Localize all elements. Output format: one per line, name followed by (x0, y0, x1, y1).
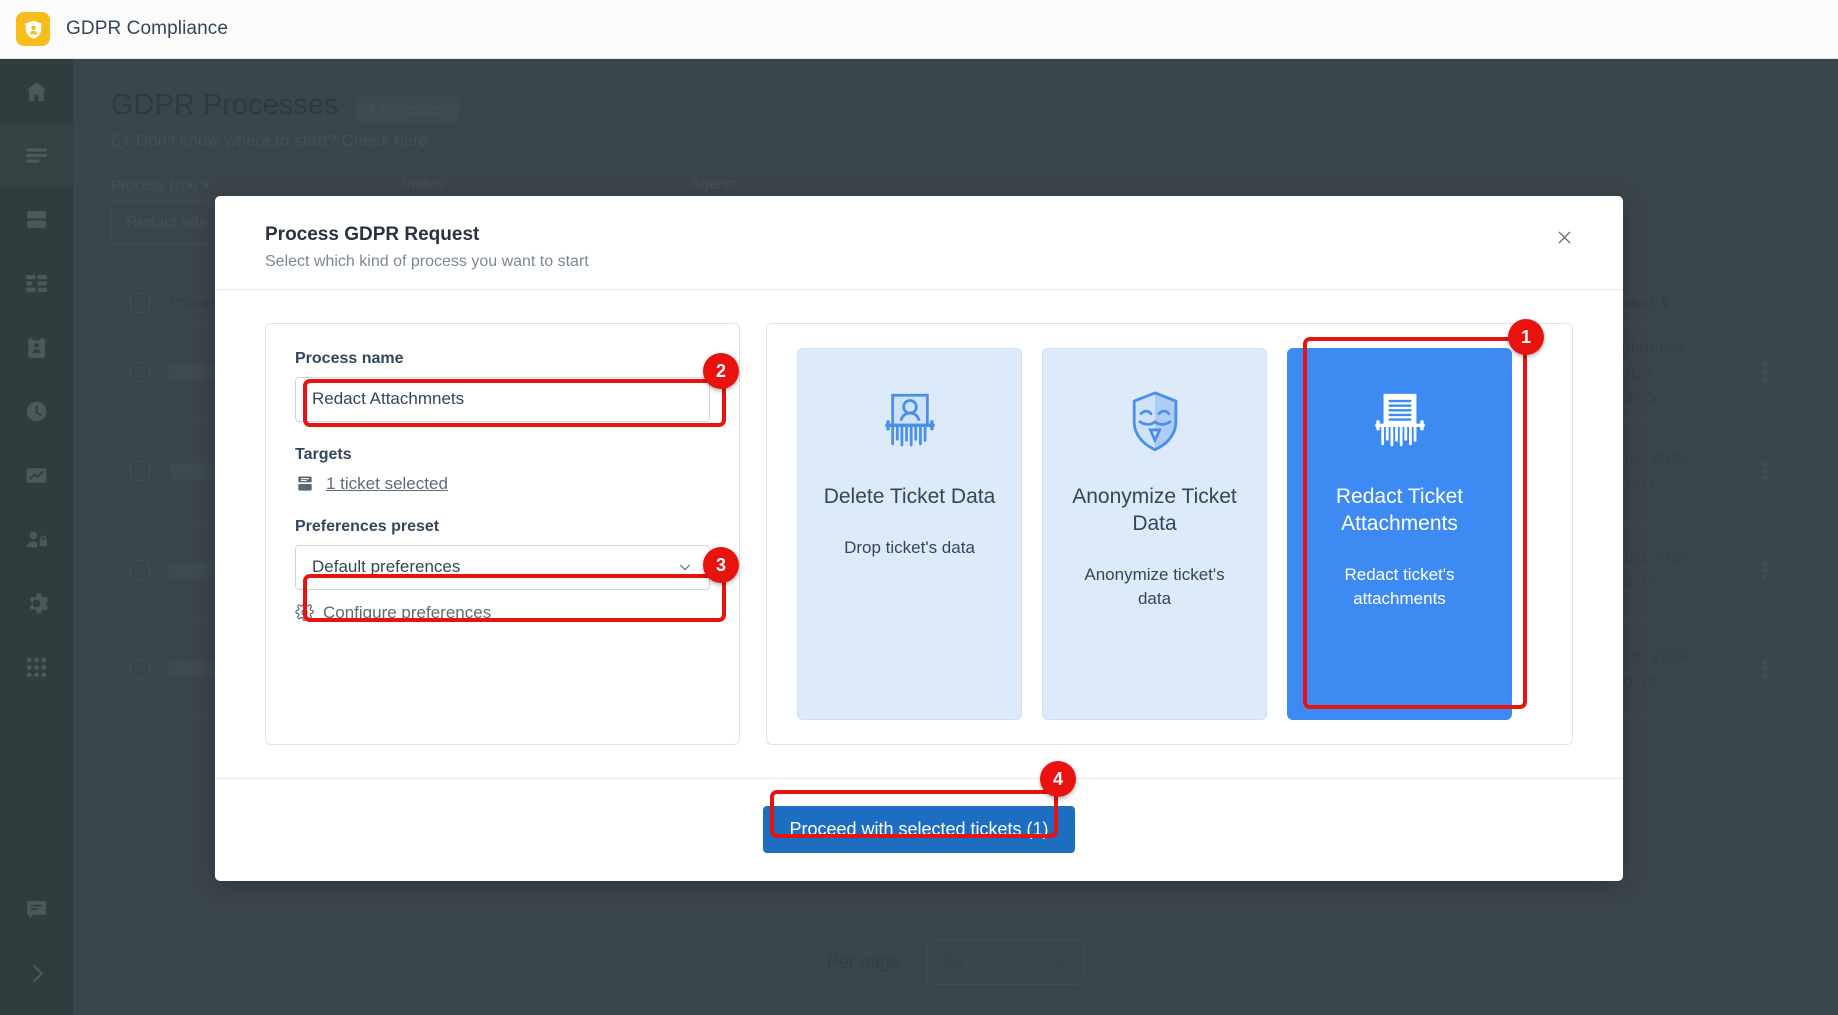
modal-title: Process GDPR Request (265, 224, 480, 245)
process-form-card: Process name Redact Attachmnets Targets … (265, 322, 740, 745)
process-name-input[interactable]: Redact Attachmnets (295, 376, 710, 422)
close-button[interactable] (1547, 220, 1581, 254)
anonymize-ticket-data-title: Anonymize Ticket Data (1072, 484, 1237, 535)
delete-ticket-data-title: Delete Ticket Data (823, 484, 996, 508)
process-name-value: Redact Attachmnets (312, 389, 465, 409)
anonymous-mask-icon (1118, 377, 1192, 469)
redact-ticket-attachments-desc: Redact ticket's attachments (1344, 564, 1455, 608)
ticket-stack-icon (298, 476, 312, 491)
configure-preferences-row[interactable]: Configure preferences (295, 603, 710, 623)
annotation-badge-3: 3 (703, 547, 739, 583)
process-name-label: Process name (295, 349, 404, 367)
delete-ticket-data-card[interactable]: Delete Ticket Data Drop ticket's data (797, 347, 1022, 720)
delete-ticket-data-desc: Drop ticket's data (844, 537, 975, 557)
preferences-preset-value: Default preferences (312, 557, 461, 577)
gear-icon (295, 603, 314, 622)
targets-label: Targets (295, 445, 352, 463)
redact-ticket-attachments-title: Redact Ticket Attachments (1335, 484, 1464, 535)
anonymize-ticket-data-desc: Anonymize ticket's data (1084, 564, 1225, 608)
modal-header: Process GDPR Request Select which kind o… (215, 196, 1623, 290)
annotation-badge-1: 1 (1508, 319, 1544, 355)
modal-body: Process name Redact Attachmnets Targets … (215, 290, 1623, 778)
preferences-preset-label: Preferences preset (295, 517, 440, 535)
app-logo (16, 12, 50, 46)
targets-link[interactable]: 1 ticket selected (326, 474, 448, 494)
annotation-badge-2: 2 (703, 353, 739, 389)
preferences-preset-select[interactable]: Default preferences (295, 544, 710, 590)
shredder-person-icon (873, 377, 947, 469)
shield-user-icon (25, 20, 41, 39)
anonymize-ticket-data-card[interactable]: Anonymize Ticket Data Anonymize ticket's… (1042, 347, 1267, 720)
annotation-badge-4: 4 (1040, 761, 1076, 797)
redact-ticket-attachments-card[interactable]: Redact Ticket Attachments Redact ticket'… (1287, 347, 1512, 720)
configure-preferences-link[interactable]: Configure preferences (323, 603, 491, 623)
shredder-document-icon (1363, 377, 1437, 469)
process-type-cards: Delete Ticket Data Drop ticket's data An… (766, 322, 1573, 745)
process-gdpr-request-modal: Process GDPR Request Select which kind o… (215, 196, 1623, 881)
proceed-button[interactable]: Proceed with selected tickets (1) (763, 806, 1075, 854)
top-bar: GDPR Compliance (0, 0, 1838, 59)
targets-row[interactable]: 1 ticket selected (295, 474, 710, 494)
close-icon (1557, 230, 1571, 244)
modal-subtitle: Select which kind of process you want to… (265, 253, 589, 270)
chevron-down-icon (679, 565, 691, 571)
modal-footer: Proceed with selected tickets (1) (215, 777, 1623, 881)
app-title: GDPR Compliance (66, 18, 228, 39)
